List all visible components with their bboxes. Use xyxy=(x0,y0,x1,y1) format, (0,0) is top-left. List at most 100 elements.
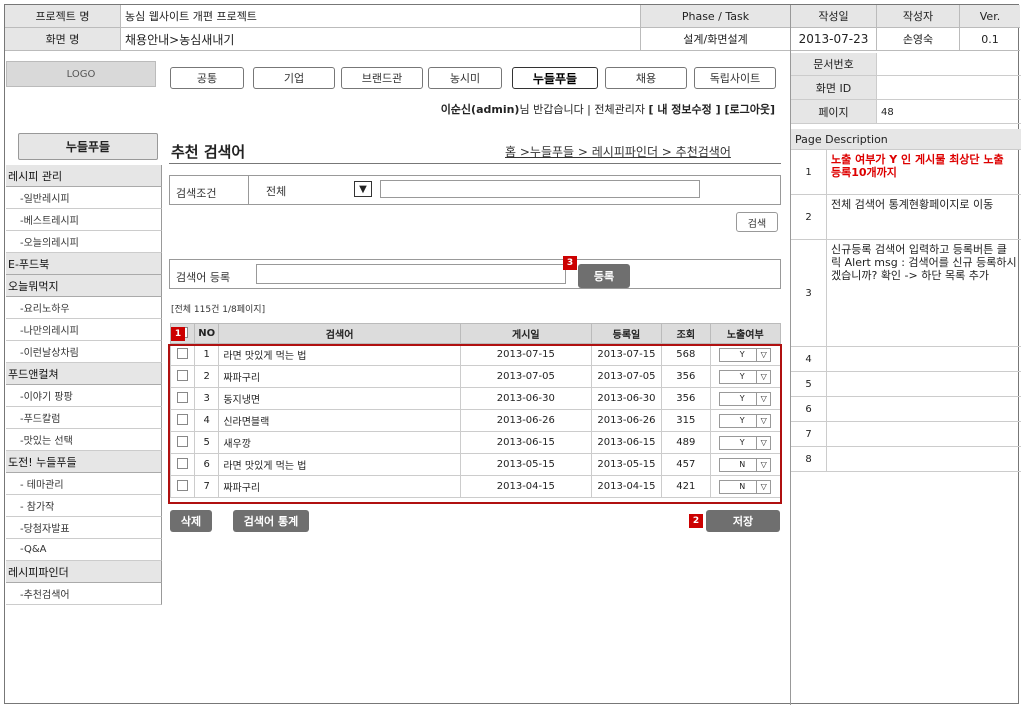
cell-views: 356 xyxy=(661,365,711,388)
row-checkbox-cell[interactable] xyxy=(169,387,196,410)
dropdown-arrow-icon[interactable]: ▽ xyxy=(756,414,770,427)
nav-tab-3[interactable]: 농시미 xyxy=(428,67,502,89)
sidebar-item-19[interactable]: -추천검색어 xyxy=(6,583,162,605)
sidebar-item-11[interactable]: -푸드칼럼 xyxy=(6,407,162,429)
cell-keyword: 라면 맛있게 먹는 법 xyxy=(218,453,461,476)
nav-tab-6[interactable]: 독립사이트 xyxy=(694,67,776,89)
dropdown-arrow-icon[interactable]: ▽ xyxy=(756,480,770,493)
sidebar-item-12[interactable]: -맛있는 선택 xyxy=(6,429,162,451)
register-button[interactable]: 등록 xyxy=(578,264,630,288)
dropdown-arrow-icon[interactable]: ▽ xyxy=(756,348,770,361)
desc-num: 6 xyxy=(791,397,827,421)
sidebar-item-2[interactable]: -베스트레시피 xyxy=(6,209,162,231)
exposure-select[interactable]: Y ▽ xyxy=(719,413,772,428)
sidebar-item-13[interactable]: 도전! 누들푸들 xyxy=(6,451,162,473)
sidebar-item-8[interactable]: -이런날상차림 xyxy=(6,341,162,363)
table-row[interactable]: 3 동지냉면 2013-06-30 2013-06-30 356 Y ▽ xyxy=(169,387,781,410)
stats-button[interactable]: 검색어 통계 xyxy=(233,510,309,532)
sidebar-item-1[interactable]: -일반레시피 xyxy=(6,187,162,209)
cell-views: 568 xyxy=(661,343,711,366)
nav-tab-2[interactable]: 브랜드관 xyxy=(341,67,423,89)
row-checkbox[interactable] xyxy=(177,435,189,447)
row-checkbox-cell[interactable] xyxy=(169,453,196,476)
sidebar-title: 누들푸들 xyxy=(18,133,158,160)
sidebar-item-15[interactable]: - 참가작 xyxy=(6,495,162,517)
exposure-select[interactable]: Y ▽ xyxy=(719,369,772,384)
dropdown-arrow-icon[interactable]: ▽ xyxy=(756,392,770,405)
sidebar-item-18[interactable]: 레시피파인더 xyxy=(6,561,162,583)
desc-text: 신규등록 검색어 입력하고 등록버튼 클릭 Alert msg : 검색어를 신… xyxy=(831,243,1017,282)
sidebar-item-17[interactable]: -Q&A xyxy=(6,539,162,561)
table-row[interactable]: 2 짜파구리 2013-07-05 2013-07-05 356 Y ▽ xyxy=(169,365,781,388)
register-input[interactable] xyxy=(256,264,566,284)
sidebar-item-14[interactable]: - 테마관리 xyxy=(6,473,162,495)
row-checkbox[interactable] xyxy=(177,413,189,425)
dropdown-arrow-icon[interactable]: ▼ xyxy=(354,181,372,197)
delete-button[interactable]: 삭제 xyxy=(170,510,212,532)
exposure-select[interactable]: Y ▽ xyxy=(719,347,772,362)
cell-reg-date: 2013-06-30 xyxy=(590,387,663,410)
sidebar-item-0[interactable]: 레시피 관리 xyxy=(6,165,162,187)
nav-tab-1[interactable]: 기업 xyxy=(253,67,335,89)
cell-post-date: 2013-07-05 xyxy=(459,365,592,388)
row-checkbox-cell[interactable] xyxy=(169,365,196,388)
search-input[interactable] xyxy=(380,180,700,198)
sidebar-item-6[interactable]: -요리노하우 xyxy=(6,297,162,319)
search-button[interactable]: 검색 xyxy=(736,212,778,232)
exposure-select[interactable]: Y ▽ xyxy=(719,435,772,450)
nav-tab-4[interactable]: 누들푸들 xyxy=(512,67,598,89)
sidebar-item-7[interactable]: -나만의레시피 xyxy=(6,319,162,341)
dropdown-arrow-icon[interactable]: ▽ xyxy=(756,436,770,449)
cell-no: 2 xyxy=(194,365,220,388)
exposure-select[interactable]: N ▽ xyxy=(719,457,772,472)
row-checkbox[interactable] xyxy=(177,457,189,469)
sidebar-item-16[interactable]: -당첨자발표 xyxy=(6,517,162,539)
sidebar-item-10[interactable]: -이야기 팡팡 xyxy=(6,385,162,407)
desc-text: 전체 검색어 통계현황페이지로 이동 xyxy=(831,198,994,211)
row-checkbox-cell[interactable] xyxy=(169,409,196,432)
col-views: 조회 xyxy=(661,323,711,344)
page-value: 48 xyxy=(881,107,894,118)
screen-value: 채용안내>농심새내기 xyxy=(121,28,641,51)
desc-title: Page Description xyxy=(791,129,1021,150)
desc-num: 7 xyxy=(791,422,827,446)
table-row[interactable]: 6 라면 맛있게 먹는 법 2013-05-15 2013-05-15 457 N ▽ xyxy=(169,453,781,476)
desc-text: 노출 여부가 Y 인 게시물 최상단 노출 등록10개까지 xyxy=(831,153,1004,179)
dropdown-arrow-icon[interactable]: ▽ xyxy=(756,458,770,471)
sidebar-item-3[interactable]: -오늘의레시피 xyxy=(6,231,162,253)
cell-post-date: 2013-04-15 xyxy=(459,475,592,498)
row-checkbox[interactable] xyxy=(177,347,189,359)
dropdown-arrow-icon[interactable]: ▽ xyxy=(756,370,770,383)
sidebar-item-5[interactable]: 오늘뭐먹지 xyxy=(6,275,162,297)
search-label: 검색조건 xyxy=(176,187,217,200)
cell-views: 489 xyxy=(661,431,711,454)
desc-text xyxy=(827,347,1021,371)
row-checkbox[interactable] xyxy=(177,479,189,491)
exposure-value: N xyxy=(739,460,746,469)
search-select-value: 전체 xyxy=(266,185,287,198)
nav-tab-0[interactable]: 공통 xyxy=(170,67,244,89)
account-links[interactable]: [ 내 정보수정 ] [로그아웃] xyxy=(648,103,775,116)
row-checkbox-cell[interactable] xyxy=(169,475,196,498)
desc-row-1: 1 노출 여부가 Y 인 게시물 최상단 노출 등록10개까지 xyxy=(791,150,1021,195)
breadcrumb[interactable]: 홈 >누들푸들 > 레시피파인더 > 추천검색어 xyxy=(505,143,731,160)
sidebar-item-4[interactable]: E-푸드북 xyxy=(6,253,162,275)
exposure-select[interactable]: Y ▽ xyxy=(719,391,772,406)
cell-keyword: 짜파구리 xyxy=(218,365,461,388)
table-row[interactable]: 5 새우깡 2013-06-15 2013-06-15 489 Y ▽ xyxy=(169,431,781,454)
docno-label: 문서번호 xyxy=(791,53,877,75)
desc-row-4: 4 xyxy=(791,347,1021,372)
nav-tab-5[interactable]: 채용 xyxy=(605,67,687,89)
exposure-select[interactable]: N ▽ xyxy=(719,479,772,494)
table-row[interactable]: 4 신라면블랙 2013-06-26 2013-06-26 315 Y ▽ xyxy=(169,409,781,432)
cell-keyword: 새우깡 xyxy=(218,431,461,454)
row-checkbox-cell[interactable] xyxy=(169,343,196,366)
exposure-value: Y xyxy=(739,372,745,381)
sidebar-item-9[interactable]: 푸드앤컬쳐 xyxy=(6,363,162,385)
row-checkbox[interactable] xyxy=(177,369,189,381)
save-button[interactable]: 저장 xyxy=(706,510,780,532)
table-row[interactable]: 1 라면 맛있게 먹는 법 2013-07-15 2013-07-15 568 Y ▽ xyxy=(169,343,781,366)
row-checkbox-cell[interactable] xyxy=(169,431,196,454)
row-checkbox[interactable] xyxy=(177,391,189,403)
table-row[interactable]: 7 짜파구리 2013-04-15 2013-04-15 421 N ▽ xyxy=(169,475,781,498)
